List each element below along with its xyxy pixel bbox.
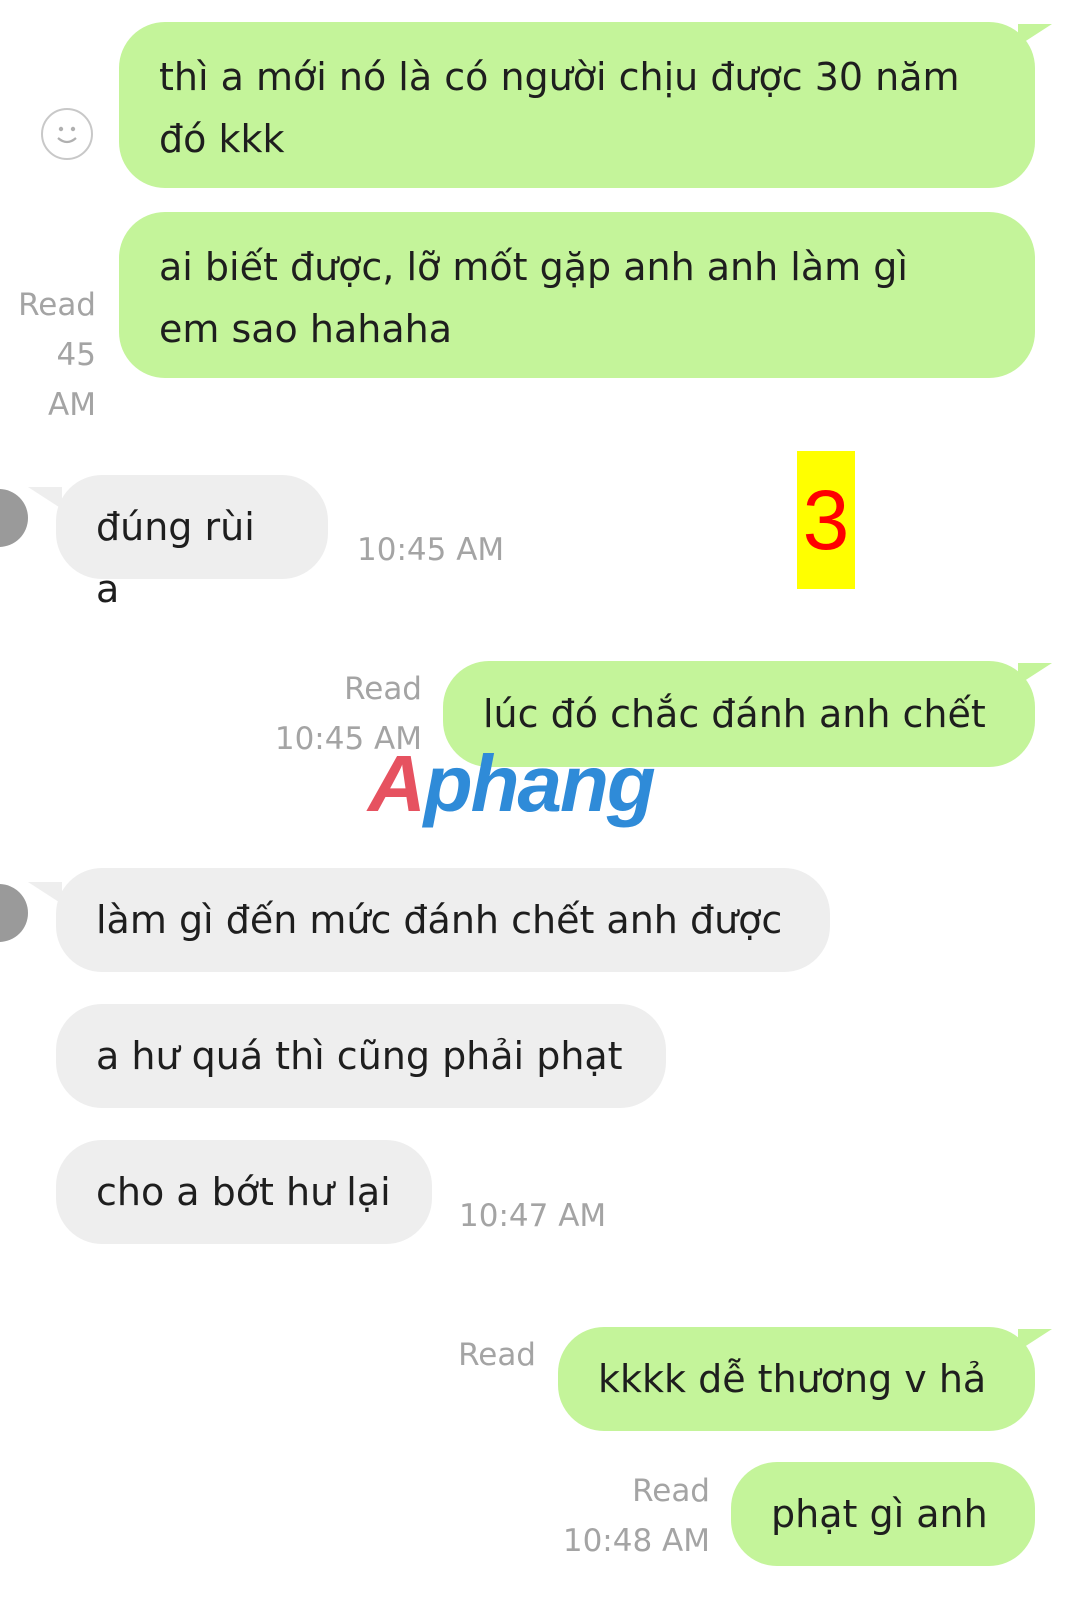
read-status: Read — [18, 287, 96, 323]
contact-avatar[interactable] — [0, 884, 28, 942]
read-status: Read — [458, 1337, 536, 1373]
watermark-logo: Aphang — [368, 739, 656, 828]
outgoing-message[interactable]: kkkk dễ thương v hả — [558, 1327, 1035, 1431]
read-status: Read — [344, 671, 422, 707]
message-text: cho a bớt hư lại — [96, 1170, 391, 1214]
message-time: 10:47 AM — [459, 1198, 607, 1234]
message-meta: Read — [430, 1330, 536, 1380]
message-line: ai biết được, lỡ mốt gặp anh anh làm gì — [159, 245, 908, 289]
message-text: phạt gì anh — [771, 1492, 988, 1536]
message-line: đó kkk — [159, 117, 285, 161]
emoji-reaction-icon[interactable] — [41, 108, 93, 160]
message-text: kkkk dễ thương v hả — [598, 1357, 987, 1401]
message-meta: Read 10:48 AM — [530, 1466, 710, 1566]
message-text: a hư quá thì cũng phải phạt — [96, 1034, 623, 1078]
step-number-badge: 3 — [797, 451, 855, 589]
bubble-tail — [1018, 663, 1052, 685]
message-line: thì a mới nó là có người chịu được 30 nă… — [159, 55, 960, 99]
incoming-message[interactable]: cho a bớt hư lại — [56, 1140, 432, 1244]
outgoing-message[interactable]: phạt gì anh — [731, 1462, 1035, 1566]
message-meta: Read 45 AM — [0, 280, 96, 430]
outgoing-message[interactable]: ai biết được, lỡ mốt gặp anh anh làm gì … — [119, 212, 1035, 378]
incoming-message[interactable]: đúng rùi a — [56, 475, 328, 611]
bubble-tail — [1018, 24, 1052, 46]
message-text: đúng rùi a — [96, 505, 255, 611]
incoming-message[interactable]: làm gì đến mức đánh chết anh được — [56, 868, 830, 972]
read-status: Read — [632, 1473, 710, 1509]
outgoing-message[interactable]: thì a mới nó là có người chịu được 30 nă… — [119, 22, 1035, 188]
bubble-tail — [1018, 1329, 1052, 1351]
bubble-tail — [28, 487, 62, 509]
message-time: 45 AM — [48, 337, 96, 423]
message-line: em sao hahaha — [159, 307, 452, 351]
message-text: lúc đó chắc đánh anh chết — [483, 692, 986, 736]
message-time: 10:45 AM — [357, 532, 505, 568]
incoming-message[interactable]: a hư quá thì cũng phải phạt — [56, 1004, 666, 1108]
message-time: 10:48 AM — [562, 1523, 710, 1559]
contact-avatar[interactable] — [0, 489, 28, 547]
message-text: làm gì đến mức đánh chết anh được — [96, 898, 783, 942]
